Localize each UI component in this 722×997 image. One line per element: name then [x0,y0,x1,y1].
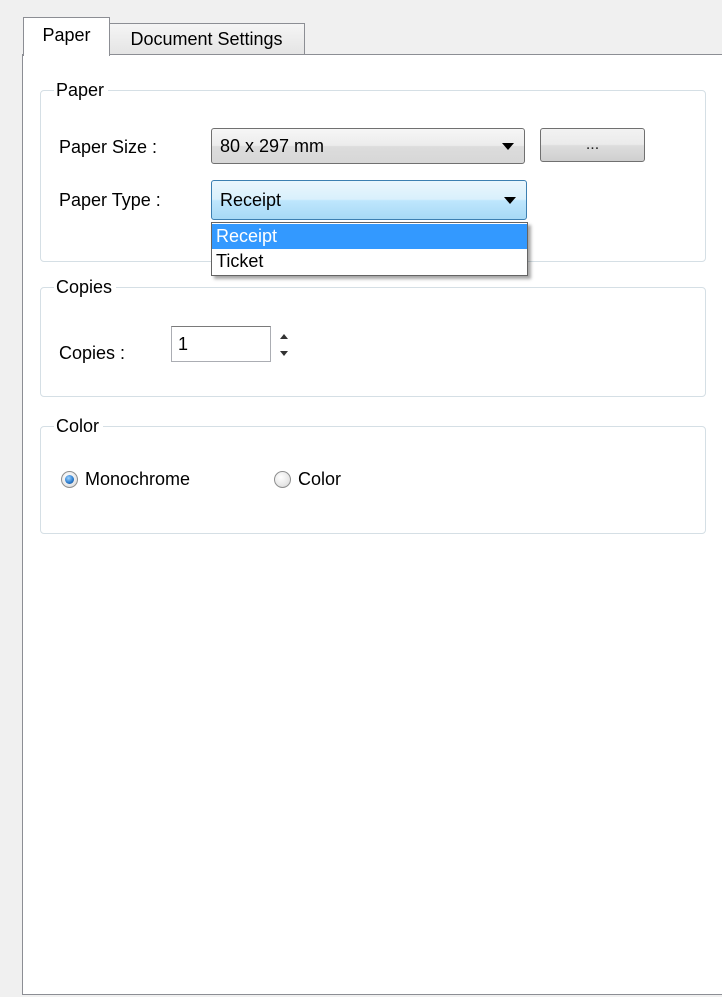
spin-down-button[interactable] [276,345,291,362]
paper-size-select[interactable]: 80 x 297 mm [211,128,525,164]
radio-selected-dot [65,475,74,484]
copies-stepper [276,327,291,363]
tab-panel-paper: Paper Paper Size : 80 x 297 mm ... Paper… [22,54,722,995]
radio-monochrome-indicator[interactable] [61,471,78,488]
tab-document-settings[interactable]: Document Settings [108,23,305,55]
tab-paper-label: Paper [42,24,91,45]
color-group-legend: Color [54,414,104,438]
copies-input[interactable]: 1 [171,326,271,362]
paper-group-legend: Paper [54,78,109,102]
dropdown-option-label: Ticket [216,251,264,271]
browse-button-label: ... [585,136,600,153]
chevron-down-icon [502,143,514,150]
copies-group-legend: Copies [54,275,117,299]
paper-size-label: Paper Size : [59,137,158,157]
paper-type-select[interactable]: Receipt [211,180,527,220]
copies-label: Copies : [59,343,126,363]
radio-color-indicator[interactable] [274,471,291,488]
copies-group: Copies Copies : 1 [40,275,706,397]
chevron-down-icon [504,197,516,204]
tab-document-settings-label: Document Settings [130,29,283,49]
arrow-up-icon [279,334,288,339]
dropdown-option-label: Receipt [216,226,278,246]
copies-value: 1 [178,333,189,354]
paper-type-value: Receipt [220,189,282,210]
paper-type-label: Paper Type : [59,190,161,210]
color-group: Color Monochrome Color [40,414,706,534]
dropdown-option-ticket[interactable]: Ticket [212,249,527,274]
paper-size-value: 80 x 297 mm [220,135,325,156]
spin-up-button[interactable] [276,328,291,345]
radio-color-label: Color [298,469,342,489]
paper-type-dropdown-list: Receipt Ticket [211,222,528,276]
radio-color[interactable]: Color [274,469,341,490]
tab-paper[interactable]: Paper [23,17,110,56]
radio-monochrome[interactable]: Monochrome [61,469,190,490]
paper-size-browse-button[interactable]: ... [540,128,645,162]
arrow-down-icon [279,351,288,356]
radio-monochrome-label: Monochrome [85,469,191,489]
dropdown-option-receipt[interactable]: Receipt [212,224,527,249]
